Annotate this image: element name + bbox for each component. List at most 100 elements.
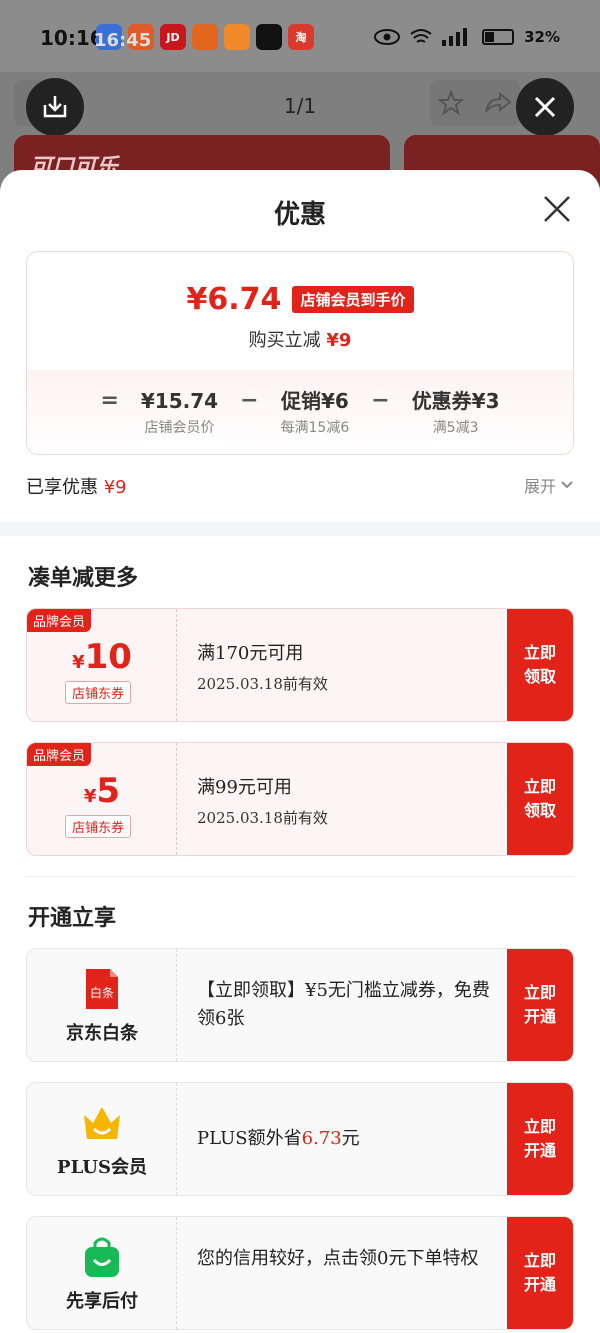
coupon-expiry: 2025.03.18前有效	[197, 675, 328, 693]
divider	[26, 876, 574, 877]
price-breakdown: = ¥15.74 店铺会员价 − 促销¥6 每满15减6 − 优惠券¥3 满5减…	[27, 370, 573, 454]
service-card-plus: PLUS会员 PLUS额外省6.73元 立即开通	[26, 1082, 574, 1196]
crown-icon	[84, 1107, 120, 1139]
coupon-amount: ¥5	[27, 771, 177, 811]
svg-text:白条: 白条	[90, 985, 114, 1000]
price-summary-top: ¥6.74 店铺会员到手价 购买立减 ¥9	[27, 252, 573, 370]
price-summary-card: ¥6.74 店铺会员到手价 购买立减 ¥9 = ¥15.74 店铺会员价 − 促…	[26, 251, 574, 455]
currency-symbol: ¥	[72, 652, 85, 673]
service-brand-area: PLUS会员	[27, 1083, 177, 1195]
plus-saving-amount: 6.73	[301, 1128, 342, 1149]
app-icon	[224, 24, 250, 50]
service-card-baitiao: 白条 京东白条 【立即领取】¥5无门槛立减券，免费领6张 立即开通	[26, 948, 574, 1062]
activate-button[interactable]: 立即开通	[507, 949, 573, 1061]
final-price-row: ¥6.74 店铺会员到手价	[27, 282, 573, 317]
claim-button-label: 立即领取	[523, 643, 556, 686]
coupon-amount-area: 品牌会员 ¥10 店铺东券	[27, 609, 177, 721]
wifi-icon	[410, 29, 432, 43]
service-name: 先享后付	[66, 1291, 138, 1312]
shopping-bag-icon	[85, 1237, 119, 1277]
coupon-amount-area: 品牌会员 ¥5 店铺东券	[27, 743, 177, 855]
coupon-expiry: 2025.03.18前有效	[197, 809, 328, 827]
plus-saving-label: PLUS额外省	[197, 1128, 302, 1149]
coupon-type: 店铺东券	[65, 815, 132, 838]
coupon-amount: ¥10	[27, 637, 177, 677]
jd-icon: JD	[160, 24, 186, 50]
coupon-value: 10	[84, 637, 132, 677]
final-price: ¥6.74	[186, 282, 282, 317]
plus-saving-unit: 元	[341, 1128, 360, 1149]
claim-coupon-button[interactable]: 立即领取	[507, 609, 573, 721]
close-icon	[534, 96, 556, 118]
coupon-label: 满5减3	[432, 420, 479, 436]
service-description: 【立即领取】¥5无门槛立减券，免费领6张	[197, 980, 490, 1029]
sheet-title: 优惠	[273, 200, 326, 230]
promo-value: 促销¥6	[280, 389, 349, 413]
activate-button[interactable]: 立即开通	[507, 1217, 573, 1329]
activate-button[interactable]: 立即开通	[507, 1083, 573, 1195]
service-description: 您的信用较好，点击领0元下单特权	[197, 1248, 479, 1269]
claim-button-label: 立即领取	[523, 777, 556, 820]
signal-icon	[442, 28, 468, 46]
open-benefits-title: 开通立享	[28, 906, 117, 931]
share-icon[interactable]	[484, 91, 512, 115]
enjoyed-label: 已享优惠	[26, 477, 98, 498]
base-price-value: ¥15.74	[140, 389, 219, 413]
service-brand-area: 白条 京东白条	[27, 949, 177, 1061]
claim-coupon-button[interactable]: 立即领取	[507, 743, 573, 855]
coupon-details: 满170元可用 2025.03.18前有效	[197, 639, 497, 694]
coupon-type: 店铺东券	[65, 681, 132, 704]
coupon-card: 品牌会员 ¥5 店铺东券 满99元可用 2025.03.18前有效 立即领取	[26, 742, 574, 856]
base-price-label: 店铺会员价	[144, 420, 215, 436]
service-name: PLUS会员	[57, 1157, 147, 1178]
section-separator	[0, 522, 600, 536]
battery-icon	[482, 29, 515, 45]
service-name: 京东白条	[66, 1023, 138, 1044]
expand-button[interactable]: 展开	[524, 473, 574, 497]
coupon-card: 品牌会员 ¥10 店铺东券 满170元可用 2025.03.18前有效 立即领取	[26, 608, 574, 722]
eye-icon	[374, 29, 401, 45]
activate-button-label: 立即开通	[523, 1117, 556, 1160]
tiktok-icon	[256, 24, 282, 50]
equals-sign: =	[100, 388, 119, 413]
activate-button-label: 立即开通	[523, 983, 556, 1026]
enjoyed-value: ¥9	[103, 477, 127, 498]
currency-symbol: ¥	[83, 786, 97, 807]
battery-level: 32%	[524, 28, 560, 46]
coupon-condition: 满99元可用	[197, 777, 292, 798]
instant-reduce-row: 购买立减 ¥9	[27, 326, 573, 352]
reduce-value: ¥9	[326, 330, 352, 351]
coupon-details: 满99元可用 2025.03.18前有效	[197, 773, 497, 828]
expand-label: 展开	[523, 477, 556, 496]
service-brand-area: 先享后付	[27, 1217, 177, 1329]
minus-sign: −	[240, 388, 259, 413]
coupon-value: 5	[96, 771, 121, 811]
status-indicators: 32%	[374, 28, 560, 46]
close-viewer-button[interactable]	[516, 78, 574, 136]
baitiao-icon: 白条	[86, 969, 118, 1009]
close-sheet-icon[interactable]	[542, 194, 572, 224]
status-bar: 10:16 JD 淘 16:45 32%	[0, 0, 600, 72]
base-price-item: ¥15.74 店铺会员价	[141, 388, 218, 437]
reduce-label: 购买立减	[248, 330, 321, 351]
minus-sign: −	[371, 388, 390, 413]
member-price-badge: 店铺会员到手价	[292, 286, 414, 313]
promo-item: 促销¥6 每满15减6	[281, 388, 350, 437]
coupon-value: 优惠券¥3	[411, 389, 500, 413]
coupon-condition: 满170元可用	[197, 643, 304, 664]
app-icon	[192, 24, 218, 50]
chevron-down-icon	[561, 481, 573, 489]
activate-button-label: 立即开通	[523, 1251, 556, 1294]
discount-sheet: 优惠 ¥6.74 店铺会员到手价 购买立减 ¥9 = ¥15.74 店铺会员价 …	[0, 170, 600, 1333]
star-icon[interactable]	[438, 90, 464, 116]
coupon-item: 优惠券¥3 满5减3	[412, 388, 500, 437]
status-time-overlay: 16:45	[94, 30, 152, 51]
taobao-icon: 淘	[288, 24, 314, 50]
more-discounts-title: 凑单减更多	[28, 566, 139, 591]
coupon-tag: 品牌会员	[27, 743, 92, 766]
enjoyed-discount-row: 已享优惠 ¥9 展开	[26, 473, 574, 498]
action-area	[430, 80, 520, 126]
service-card-pay-later: 先享后付 您的信用较好，点击领0元下单特权 立即开通	[26, 1216, 574, 1330]
coupon-tag: 品牌会员	[27, 609, 92, 632]
promo-label: 每满15减6	[280, 420, 350, 436]
